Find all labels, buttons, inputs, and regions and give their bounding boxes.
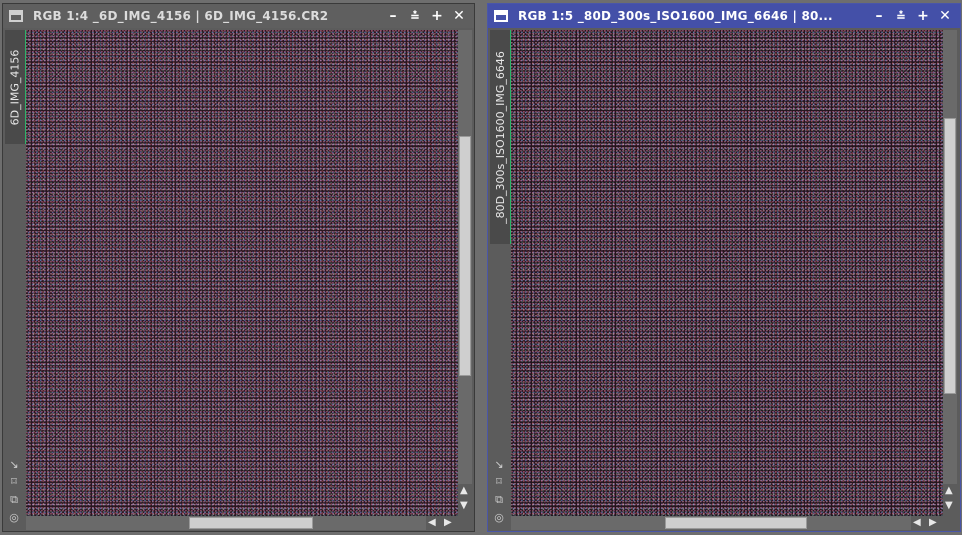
window-titlebar[interactable]: RGB 1:5 _80D_300s_ISO1600_IMG_6646 | 80.… xyxy=(488,4,960,28)
target-icon[interactable]: ◎ xyxy=(8,512,20,524)
target-icon[interactable]: ◎ xyxy=(493,512,505,524)
image-viewport[interactable] xyxy=(511,30,943,516)
image-window-2[interactable]: RGB 1:5 _80D_300s_ISO1600_IMG_6646 | 80.… xyxy=(487,3,961,532)
shade-button[interactable]: ⩮ xyxy=(892,7,910,25)
scroll-right-arrow-icon[interactable]: ▶ xyxy=(444,518,452,528)
minimize-button[interactable]: – xyxy=(384,7,402,25)
vertical-scroll-thumb[interactable] xyxy=(459,136,471,376)
horizontal-scroll-thumb[interactable] xyxy=(665,517,807,529)
close-button[interactable]: ✕ xyxy=(936,7,954,25)
image-viewport[interactable] xyxy=(26,30,458,516)
scroll-left-arrow-icon[interactable]: ◀ xyxy=(428,518,436,528)
horizontal-scrollbar[interactable] xyxy=(26,516,426,530)
resize-icon[interactable]: ↘ xyxy=(8,459,20,471)
view-identifier-tab[interactable]: 6D_IMG_4156 xyxy=(5,30,27,144)
horizontal-scroll-thumb[interactable] xyxy=(189,517,313,529)
clone-view-icon[interactable]: ⧉ xyxy=(493,494,505,506)
vertical-scrollbar[interactable] xyxy=(458,30,472,484)
scroll-down-arrow-icon[interactable]: ▼ xyxy=(460,501,468,511)
horizontal-scrollbar[interactable] xyxy=(511,516,911,530)
window-title: RGB 1:5 _80D_300s_ISO1600_IMG_6646 | 80.… xyxy=(518,9,833,23)
image-window-1[interactable]: RGB 1:4 _6D_IMG_4156 | 6D_IMG_4156.CR2 –… xyxy=(2,3,475,532)
window-menu-icon[interactable] xyxy=(9,10,23,22)
minimize-button[interactable]: – xyxy=(870,7,888,25)
vertical-scrollbar[interactable] xyxy=(943,30,957,484)
close-button[interactable]: ✕ xyxy=(450,7,468,25)
maximize-button[interactable]: + xyxy=(428,7,446,25)
resize-icon[interactable]: ↘ xyxy=(493,459,505,471)
scroll-right-arrow-icon[interactable]: ▶ xyxy=(929,518,937,528)
vertical-scroll-thumb[interactable] xyxy=(944,118,956,394)
clone-view-icon[interactable]: ⧉ xyxy=(8,494,20,506)
maximize-button[interactable]: + xyxy=(914,7,932,25)
scroll-up-arrow-icon[interactable]: ▲ xyxy=(945,486,953,496)
fit-view-icon[interactable]: ⌑ xyxy=(8,476,20,488)
view-identifier-tab[interactable]: _80D_300s_ISO1600_IMG_6646 xyxy=(490,30,512,244)
window-menu-icon[interactable] xyxy=(494,10,508,22)
view-identifier-label: _80D_300s_ISO1600_IMG_6646 xyxy=(493,50,507,224)
window-titlebar[interactable]: RGB 1:4 _6D_IMG_4156 | 6D_IMG_4156.CR2 –… xyxy=(3,4,474,28)
scroll-up-arrow-icon[interactable]: ▲ xyxy=(460,486,468,496)
window-title: RGB 1:4 _6D_IMG_4156 | 6D_IMG_4156.CR2 xyxy=(33,9,329,23)
scroll-left-arrow-icon[interactable]: ◀ xyxy=(913,518,921,528)
fit-view-icon[interactable]: ⌑ xyxy=(493,476,505,488)
scroll-down-arrow-icon[interactable]: ▼ xyxy=(945,501,953,511)
shade-button[interactable]: ⩮ xyxy=(406,7,424,25)
view-identifier-label: 6D_IMG_4156 xyxy=(8,49,22,125)
